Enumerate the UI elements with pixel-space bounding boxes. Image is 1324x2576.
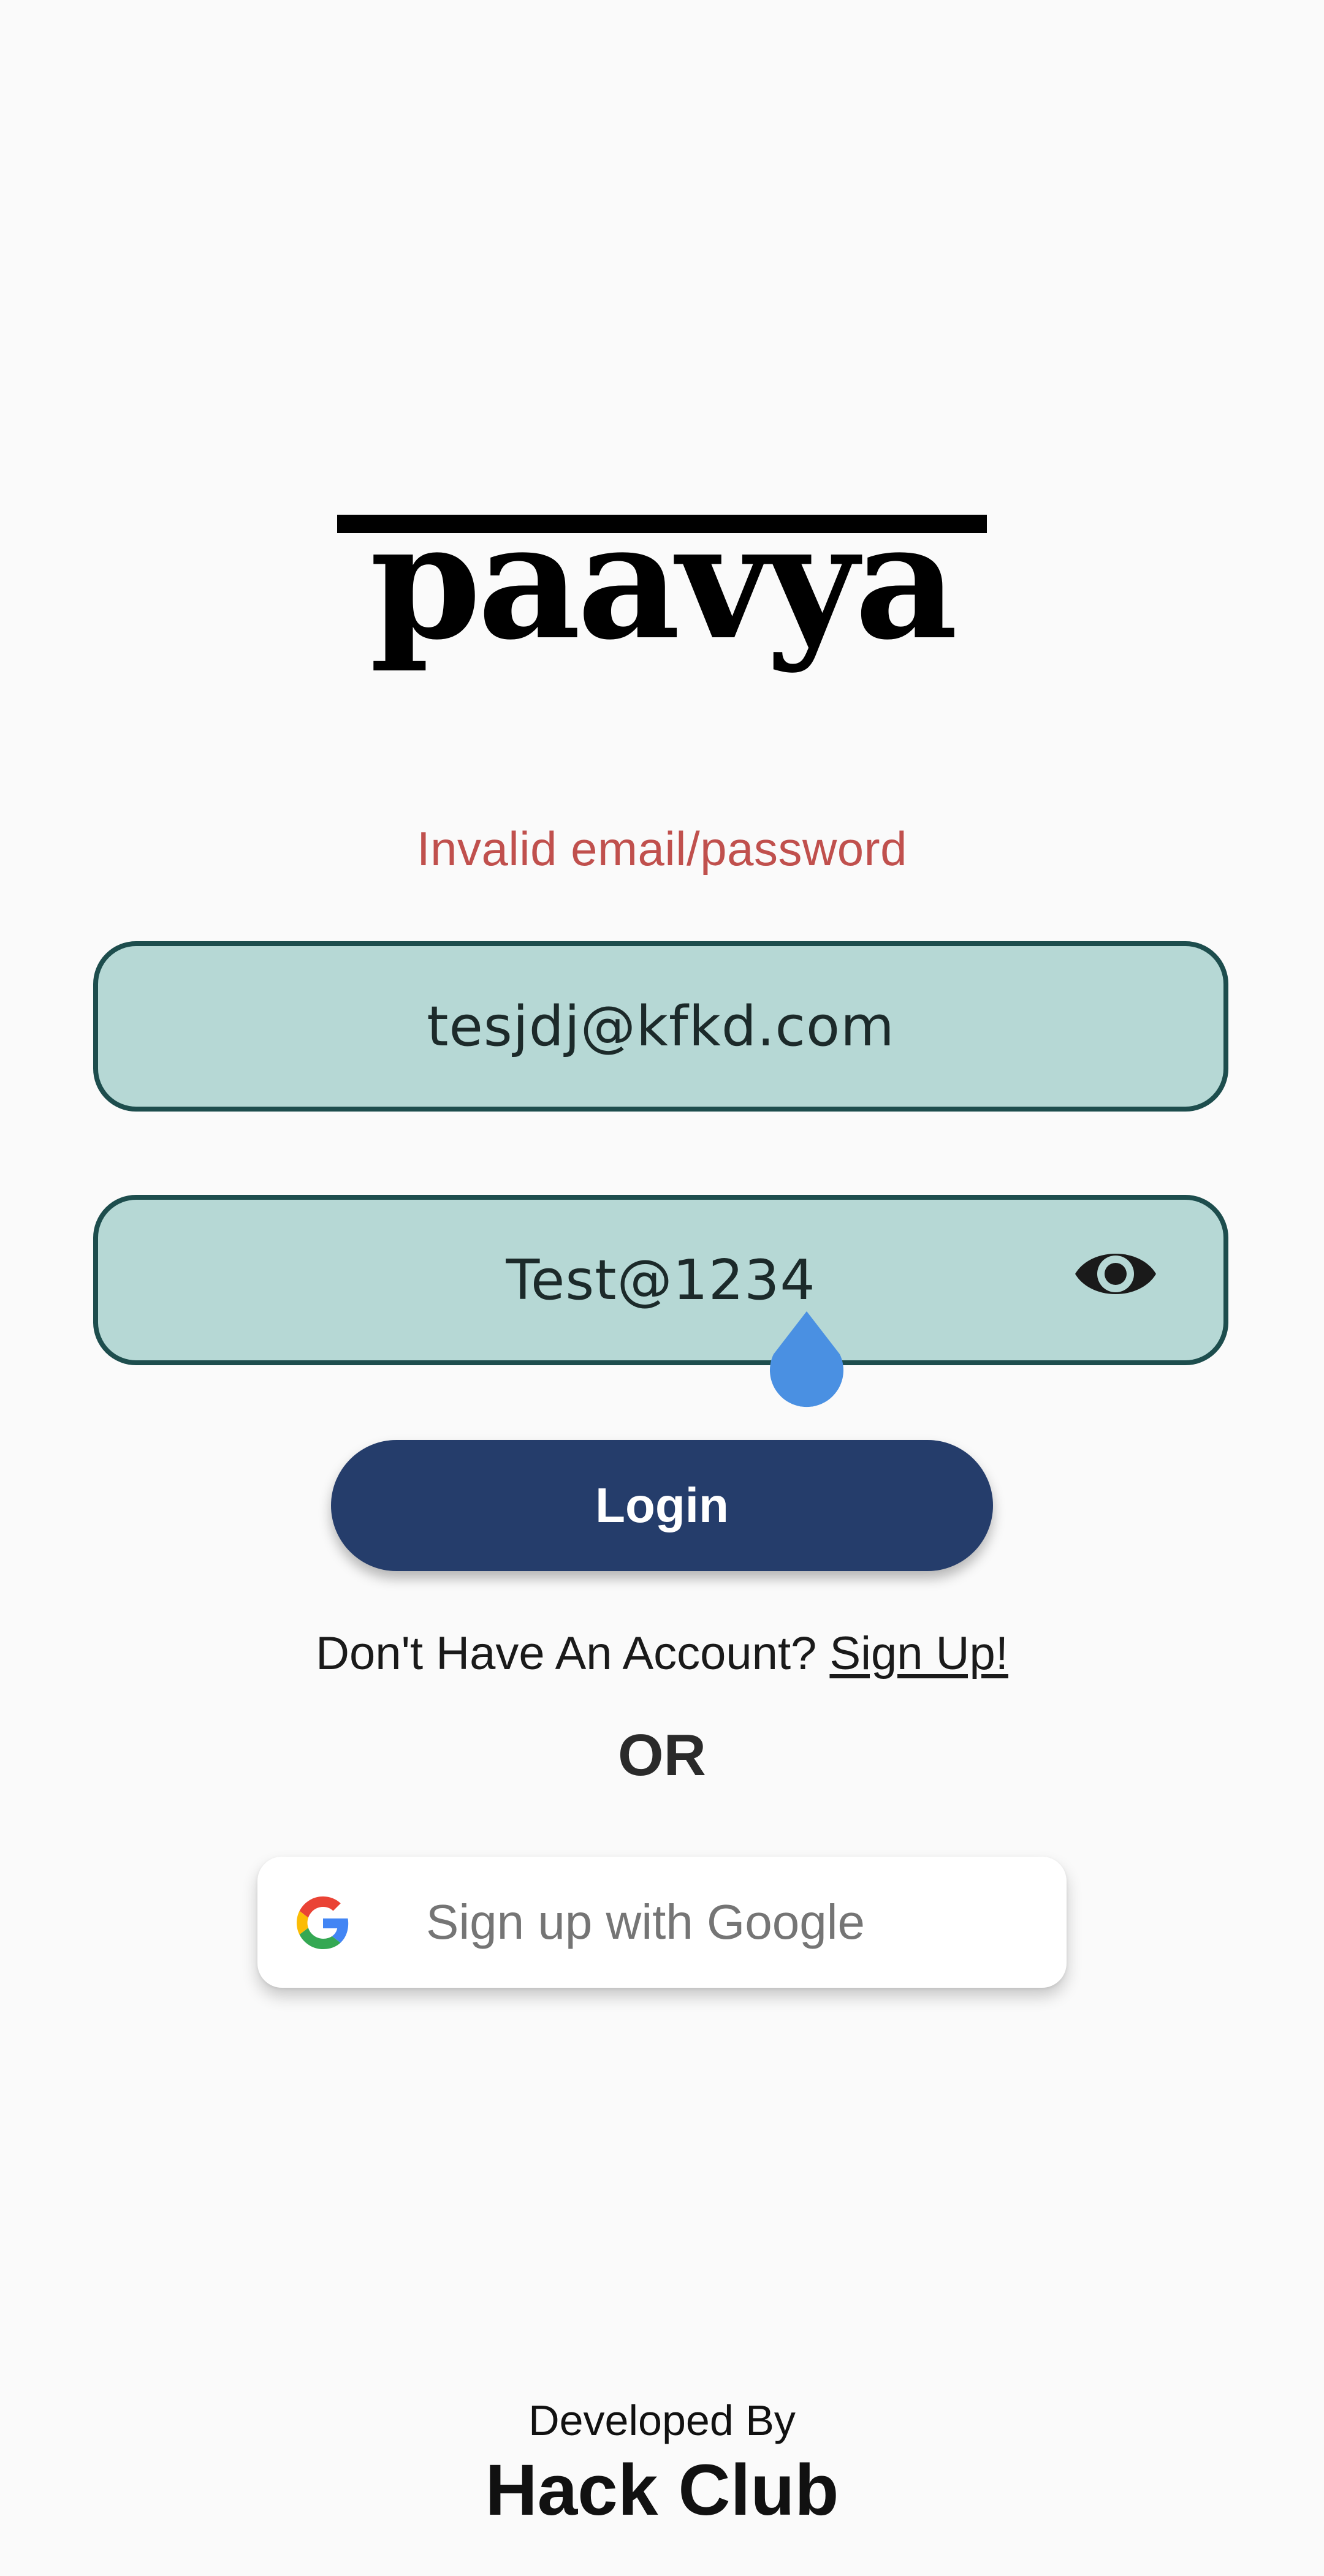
developer-org: Hack Club — [485, 2450, 839, 2531]
signup-link[interactable]: Sign Up! — [829, 1627, 1008, 1680]
app-logo: paavya — [331, 502, 993, 699]
google-signup-button[interactable]: Sign up with Google — [257, 1857, 1067, 1988]
login-button[interactable]: Login — [331, 1440, 993, 1571]
developed-by-label: Developed By — [528, 2396, 796, 2444]
google-icon — [297, 1896, 349, 1949]
email-field[interactable]: tesjdj@kfkd.com — [93, 941, 1228, 1112]
signup-prompt: Don't Have An Account? Sign Up! — [0, 1627, 1324, 1680]
eye-icon[interactable] — [1073, 1243, 1158, 1305]
password-value: Test@1234 — [506, 1248, 816, 1313]
signup-prompt-text: Don't Have An Account? — [316, 1627, 830, 1680]
password-field[interactable]: Test@1234 — [93, 1195, 1228, 1365]
error-message: Invalid email/password — [416, 822, 908, 876]
or-divider: OR — [618, 1722, 706, 1788]
text-cursor-handle[interactable] — [766, 1311, 847, 1409]
google-signup-label: Sign up with Google — [426, 1895, 866, 1949]
logo-text: paavya — [370, 502, 954, 675]
email-value: tesjdj@kfkd.com — [427, 994, 895, 1059]
